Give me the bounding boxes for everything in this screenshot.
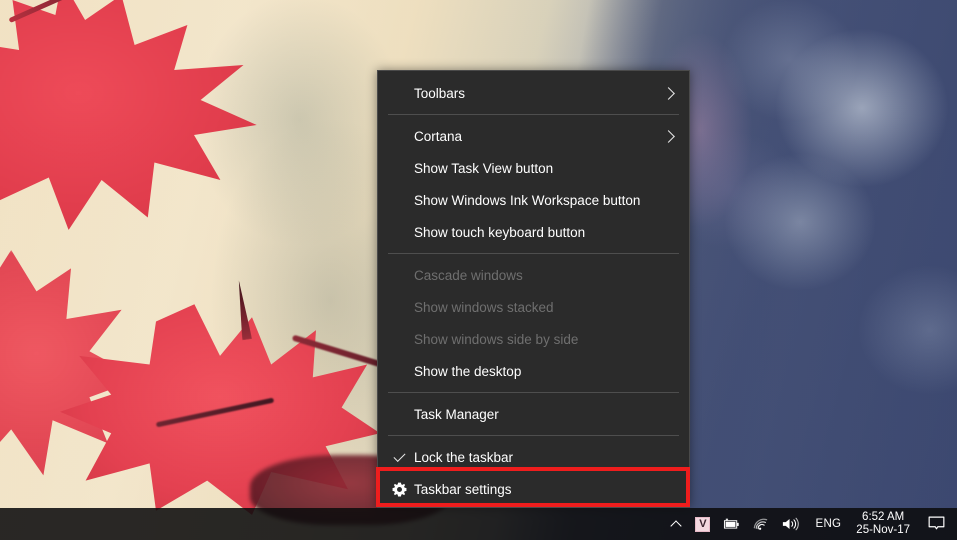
language-label: ENG (815, 518, 842, 530)
maple-leaf-top (0, 0, 257, 230)
speech-bubble-icon (928, 516, 945, 530)
volume-tray-icon[interactable] (775, 508, 806, 540)
battery-icon (724, 518, 740, 529)
taskbar-context-menu: Toolbars Cortana Show Task View button Show… (377, 70, 690, 508)
menu-item-label: Lock the taskbar (414, 449, 514, 465)
menu-item-label: Taskbar settings (414, 481, 512, 497)
menu-item-show-windows-ink-workspace-button[interactable]: Show Windows Ink Workspace button (378, 184, 689, 216)
menu-item-label: Show windows stacked (414, 299, 554, 315)
menu-item-label: Show windows side by side (414, 331, 579, 347)
menu-item-cascade-windows: Cascade windows (378, 259, 689, 291)
menu-item-label: Task Manager (414, 406, 499, 422)
chevron-right-icon (662, 129, 675, 143)
menu-item-toolbars[interactable]: Toolbars (378, 77, 689, 109)
desktop-screen: Toolbars Cortana Show Task View button Show… (0, 0, 957, 540)
menu-item-label: Show the desktop (414, 363, 522, 379)
wifi-tray-icon[interactable] (746, 508, 775, 540)
show-hidden-icons-button[interactable] (663, 508, 689, 540)
menu-item-label: Cortana (414, 128, 463, 144)
menu-item-show-task-view-button[interactable]: Show Task View button (378, 152, 689, 184)
gear-icon (390, 473, 408, 505)
menu-item-cortana[interactable]: Cortana (378, 120, 689, 152)
language-indicator[interactable]: ENG (806, 508, 850, 540)
menu-item-show-windows-stacked: Show windows stacked (378, 291, 689, 323)
taskbar: V ENG 6:52 AM 25-Nov-17 (0, 508, 957, 540)
menu-separator (388, 114, 679, 115)
menu-item-label: Cascade windows (414, 267, 523, 283)
menu-separator (388, 435, 679, 436)
menu-item-label: Show Windows Ink Workspace button (414, 192, 641, 208)
menu-item-show-touch-keyboard-button[interactable]: Show touch keyboard button (378, 216, 689, 248)
battery-tray-icon[interactable] (716, 508, 746, 540)
leaf-spike (234, 280, 252, 341)
menu-item-label: Show touch keyboard button (414, 224, 586, 240)
vivaldi-tray-icon[interactable]: V (689, 508, 716, 540)
chevron-right-icon (662, 86, 675, 100)
check-icon (390, 441, 408, 473)
menu-item-lock-the-taskbar[interactable]: Lock the taskbar (378, 441, 689, 473)
menu-separator (388, 392, 679, 393)
menu-item-label: Toolbars (414, 85, 466, 101)
chevron-up-icon (670, 519, 683, 532)
volume-icon (783, 517, 800, 531)
vivaldi-icon: V (695, 516, 711, 532)
menu-separator (388, 253, 679, 254)
clock-date: 25-Nov-17 (856, 524, 910, 536)
taskbar-clock[interactable]: 6:52 AM 25-Nov-17 (850, 508, 920, 540)
system-tray: V ENG 6:52 AM 25-Nov-17 (663, 508, 957, 540)
clock-time: 6:52 AM (862, 511, 905, 523)
wifi-icon (754, 518, 768, 530)
menu-item-taskbar-settings[interactable]: Taskbar settings (378, 473, 689, 505)
menu-item-show-windows-side-by-side: Show windows side by side (378, 323, 689, 355)
action-center-button[interactable] (920, 508, 957, 540)
menu-item-show-the-desktop[interactable]: Show the desktop (378, 355, 689, 387)
menu-item-label: Show Task View button (414, 160, 554, 176)
menu-item-task-manager[interactable]: Task Manager (378, 398, 689, 430)
